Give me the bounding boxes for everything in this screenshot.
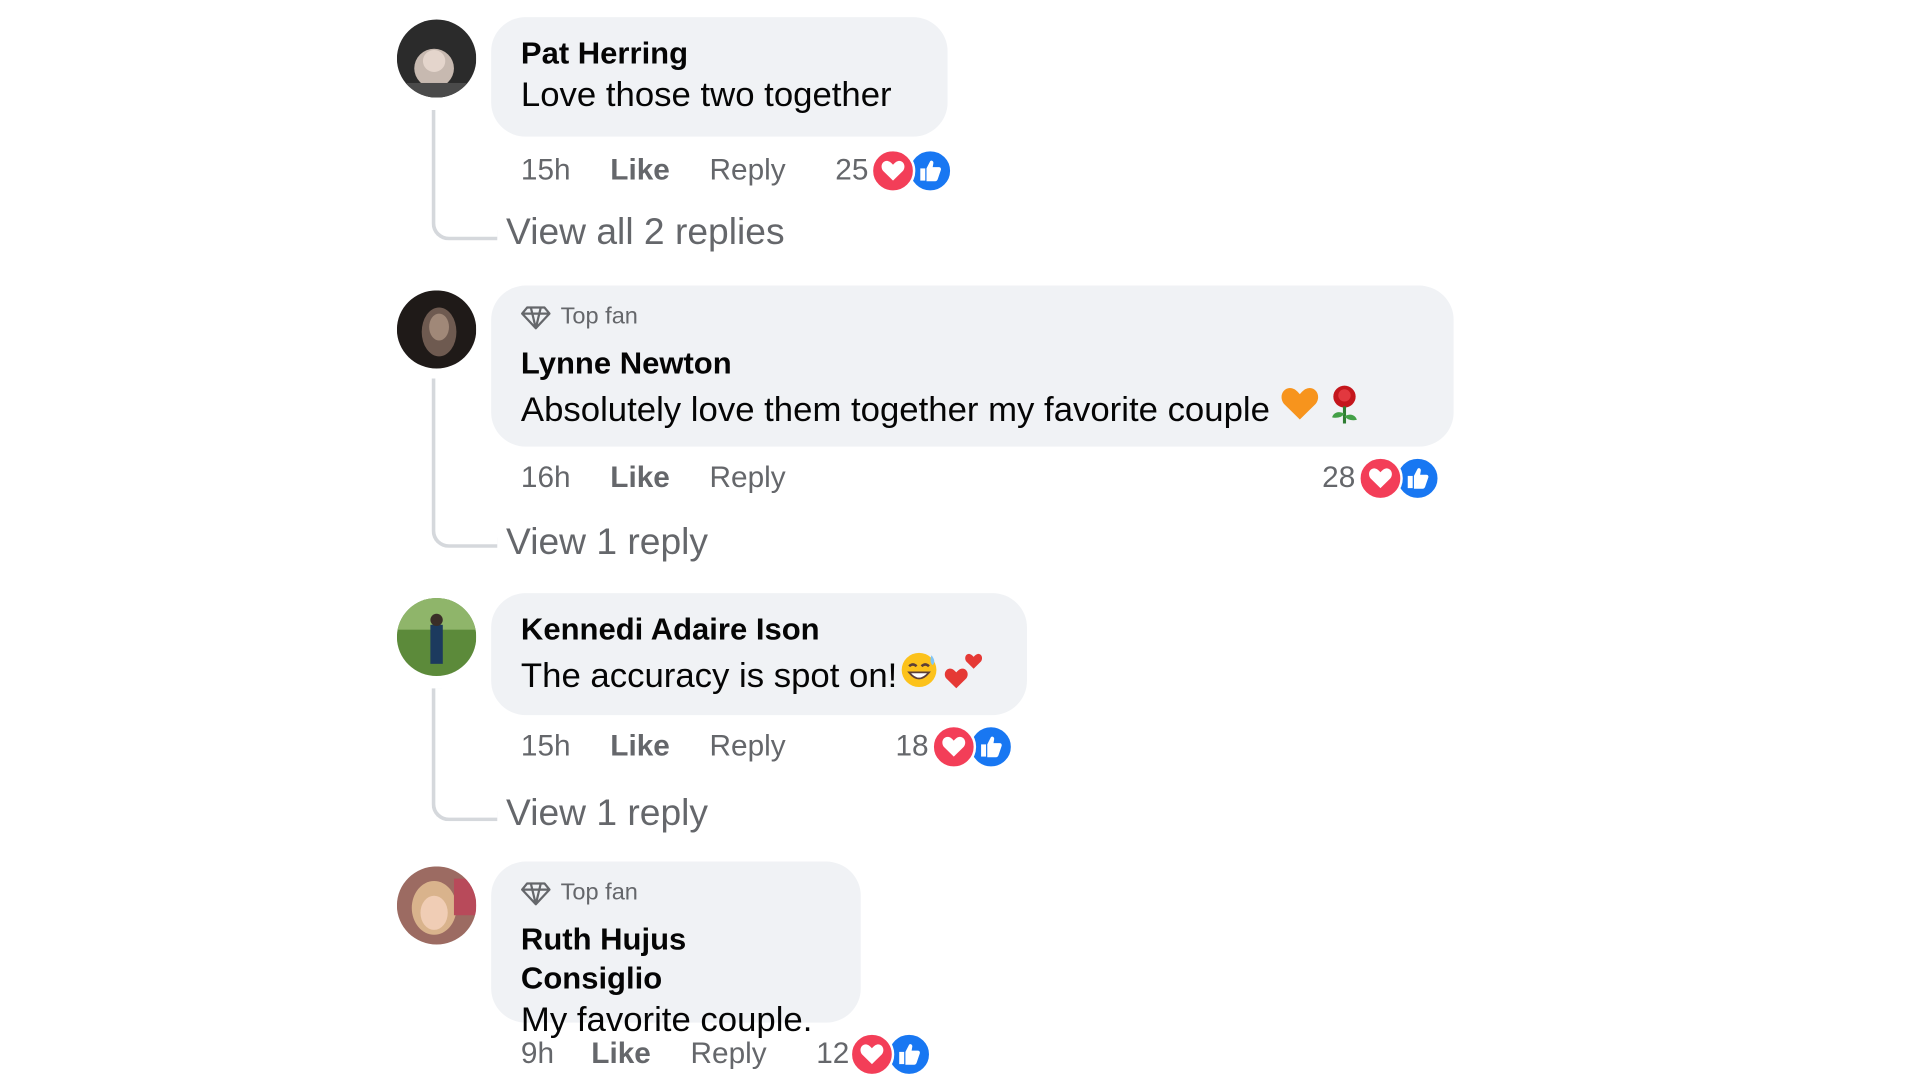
comment-time[interactable]: 15h <box>521 730 571 764</box>
diamond-icon <box>521 882 551 906</box>
comment-time[interactable]: 9h <box>521 1037 554 1071</box>
reaction-count[interactable]: 18 <box>895 730 928 764</box>
comment-author[interactable]: Ruth Hujus Consiglio <box>521 920 831 998</box>
comment-author[interactable]: Pat Herring <box>521 34 918 73</box>
two-hearts-icon <box>942 649 987 701</box>
like-button[interactable]: Like <box>591 1037 651 1071</box>
grinning-sweat-icon <box>900 650 940 700</box>
rose-icon <box>1324 383 1364 435</box>
comment-author[interactable]: Lynne Newton <box>521 344 1424 383</box>
comment-bubble: Pat Herring Love those two together <box>491 17 948 137</box>
comment-text-content: The accuracy is spot on! <box>520 655 898 694</box>
heart-reaction-icon[interactable] <box>1357 456 1403 501</box>
like-button[interactable]: Like <box>610 461 670 495</box>
comment-text: Absolutely love them together my favorit… <box>521 383 1424 435</box>
reaction-count[interactable]: 28 <box>1322 461 1355 495</box>
comment-actions: 15h Like Reply 25 <box>521 148 953 193</box>
comment-bubble: Top fan Lynne Newton Absolutely love the… <box>491 285 1454 447</box>
orange-heart-icon <box>1280 386 1320 434</box>
thread-line <box>431 378 498 548</box>
comment-author[interactable]: Kennedi Adaire Ison <box>521 610 997 649</box>
avatar-photo-icon <box>396 290 477 369</box>
avatar-photo-icon <box>396 19 477 98</box>
top-fan-label: Top fan <box>560 303 638 330</box>
comment-text-content: Absolutely love them together my favorit… <box>520 389 1270 428</box>
reply-button[interactable]: Reply <box>691 1037 767 1071</box>
avatar[interactable] <box>396 866 477 945</box>
comment-bubble: Kennedi Adaire Ison The accuracy is spot… <box>491 593 1027 716</box>
avatar-photo-icon <box>396 597 477 677</box>
view-replies-link[interactable]: View 1 reply <box>506 793 708 834</box>
top-fan-label: Top fan <box>560 879 638 906</box>
thread-line <box>431 109 498 241</box>
like-button[interactable]: Like <box>610 730 670 764</box>
reply-button[interactable]: Reply <box>710 154 786 188</box>
reactions[interactable]: 28 <box>1322 454 1440 503</box>
comment-text-content: Love those two together <box>520 75 892 114</box>
comment-time[interactable]: 15h <box>521 154 571 188</box>
avatar[interactable] <box>396 19 477 98</box>
heart-reaction-icon[interactable] <box>870 148 916 193</box>
reply-button[interactable]: Reply <box>710 461 786 495</box>
like-button[interactable]: Like <box>610 154 670 188</box>
reply-button[interactable]: Reply <box>710 730 786 764</box>
view-replies-link[interactable]: View 1 reply <box>506 522 708 563</box>
reaction-count[interactable]: 12 <box>816 1037 849 1071</box>
comment-text: The accuracy is spot on! <box>521 649 997 701</box>
thread-line <box>431 688 498 822</box>
avatar[interactable] <box>396 290 477 369</box>
comment-actions: 9h Like Reply 12 <box>521 1032 932 1077</box>
avatar[interactable] <box>396 597 477 677</box>
comment-time[interactable]: 16h <box>521 461 571 495</box>
diamond-icon <box>521 306 551 330</box>
view-replies-link[interactable]: View all 2 replies <box>506 212 785 253</box>
heart-reaction-icon[interactable] <box>849 1032 895 1077</box>
heart-reaction-icon[interactable] <box>931 724 976 769</box>
comment-text: Love those two together <box>521 73 918 117</box>
reactions[interactable]: 18 <box>895 722 1013 771</box>
top-fan-badge: Top fan <box>521 879 831 908</box>
comment-actions: 16h Like Reply <box>521 456 786 500</box>
comment-actions: 15h Like Reply <box>521 725 786 769</box>
comment-bubble: Top fan Ruth Hujus Consiglio My favorite… <box>491 861 861 1038</box>
reaction-count[interactable]: 25 <box>835 154 868 188</box>
avatar-photo-icon <box>396 866 477 945</box>
top-fan-badge: Top fan <box>521 303 1424 332</box>
